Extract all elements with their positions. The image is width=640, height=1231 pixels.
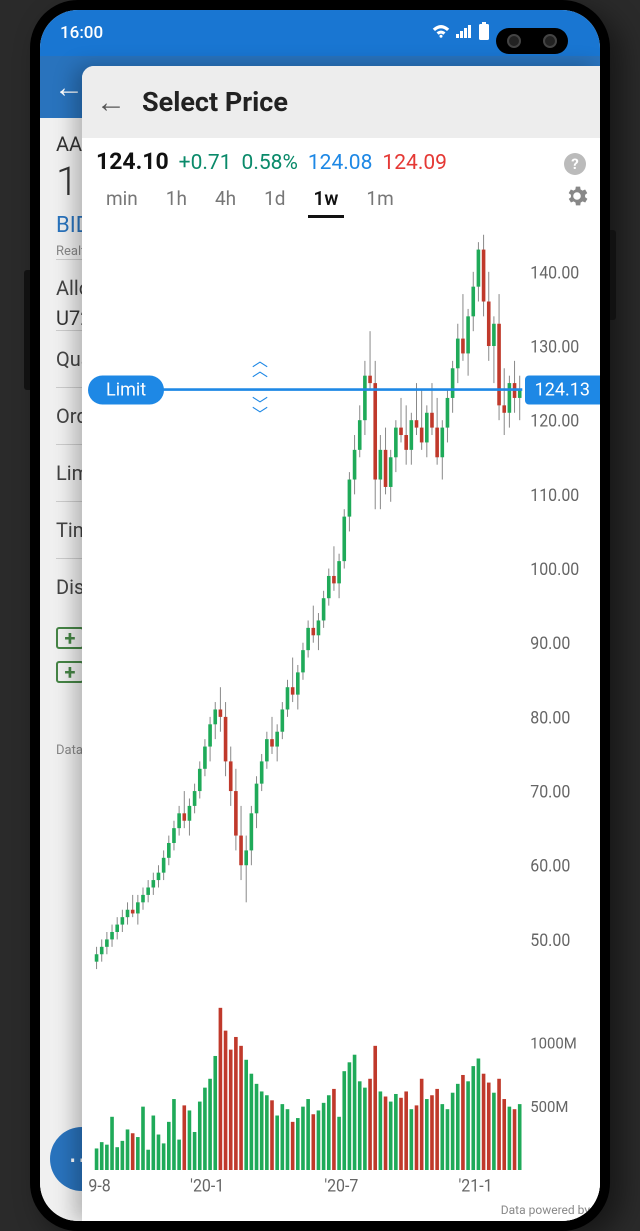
svg-text:130.00: 130.00 (530, 338, 579, 358)
chart-settings-button[interactable] (564, 183, 590, 215)
camera-cutout (496, 28, 568, 54)
quote-row: 124.10 +0.71 0.58% 124.08 124.09 ? (82, 138, 600, 181)
svg-text:90.00: 90.00 (530, 635, 570, 655)
select-price-overlay: ← Select Price 124.10 +0.71 0.58% 124.08… (82, 66, 600, 1221)
svg-text:80.00: 80.00 (530, 709, 570, 729)
svg-text:500M: 500M (530, 1098, 568, 1117)
bg-add-button-1: + (56, 627, 84, 649)
tf-1h[interactable]: 1h (152, 181, 201, 216)
quote-last: 124.10 (96, 148, 169, 175)
overlay-header: ← Select Price (82, 66, 600, 138)
limit-value-pill[interactable]: 124.13 (525, 375, 600, 404)
svg-text:110.00: 110.00 (530, 486, 579, 506)
overlay-title: Select Price (142, 86, 288, 118)
svg-text:140.00: 140.00 (530, 264, 579, 284)
svg-text:50.00: 50.00 (530, 931, 570, 951)
svg-text:'20-7: '20-7 (324, 1177, 358, 1197)
status-time: 16:00 (60, 23, 103, 43)
svg-text:100.00: 100.00 (530, 560, 579, 580)
tf-4h[interactable]: 4h (201, 181, 250, 216)
data-source-footer: Data powered by (501, 1203, 590, 1217)
bg-add-button-2: + (56, 661, 84, 683)
signal-icon (456, 23, 472, 43)
quote-ask: 124.09 (382, 151, 447, 175)
tf-min[interactable]: min (92, 181, 152, 216)
wifi-icon (432, 23, 450, 43)
quote-change: +0.71 (179, 151, 232, 175)
bg-back-icon: ← (54, 70, 84, 105)
battery-icon (478, 22, 490, 45)
quote-change-pct: 0.58% (242, 151, 298, 175)
tf-1w[interactable]: 1w (300, 181, 353, 216)
svg-text:1000M: 1000M (530, 1034, 577, 1053)
status-icons (432, 22, 490, 45)
back-button[interactable]: ← (96, 85, 126, 120)
price-chart[interactable]: 50.00 60.00 70.00 80.00 90.00 100.00 110.00 120… (82, 220, 600, 1221)
timeframe-row: min 1h 4h 1d 1w 1m (82, 181, 600, 220)
svg-text:'21-1: '21-1 (458, 1177, 492, 1197)
tf-1d[interactable]: 1d (250, 181, 299, 216)
tf-1m[interactable]: 1m (352, 181, 407, 216)
svg-text:60.00: 60.00 (530, 857, 570, 877)
limit-label-pill[interactable]: Limit (88, 375, 164, 404)
svg-text:'20-1: '20-1 (190, 1177, 224, 1197)
limit-down-icon[interactable]: ﹀﹀ (252, 400, 268, 420)
svg-text:120.00: 120.00 (530, 412, 579, 432)
svg-text:70.00: 70.00 (530, 783, 570, 803)
limit-up-icon[interactable]: ︿︿ (252, 356, 268, 376)
help-icon[interactable]: ? (564, 153, 586, 175)
svg-text:'19-8: '19-8 (88, 1177, 111, 1197)
quote-bid: 124.08 (308, 151, 373, 175)
